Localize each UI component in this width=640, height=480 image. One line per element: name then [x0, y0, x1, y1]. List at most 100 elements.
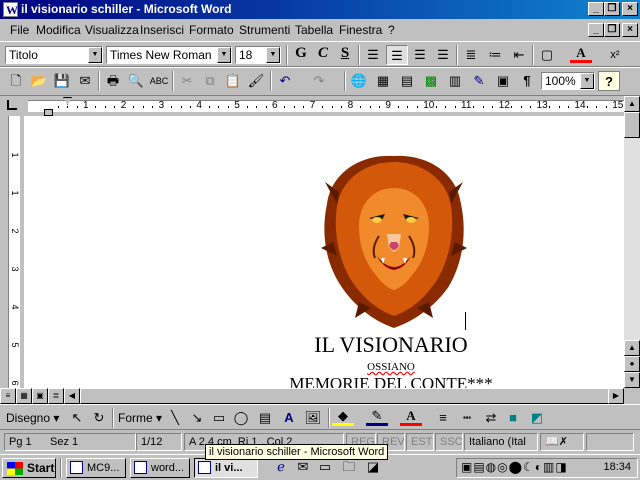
align-left-button[interactable]: ☰ [362, 45, 384, 65]
copy-icon[interactable]: ⧉ [199, 71, 221, 91]
taskbar-item-mc9[interactable]: MC9... [66, 458, 126, 478]
tab-selector[interactable] [0, 96, 24, 116]
cut-icon[interactable]: ✂ [176, 71, 198, 91]
font-color-icon[interactable]: A [570, 45, 592, 63]
title-bar[interactable]: il visionario schiller - Microsoft Word … [0, 0, 640, 19]
horizontal-scrollbar[interactable]: ≡ ▦ ▣ ≣ ◀ ▶ [0, 388, 624, 404]
menu-file[interactable]: File [10, 23, 29, 37]
scroll-thumb[interactable] [624, 112, 640, 138]
normal-view-button[interactable]: ≡ [0, 388, 16, 404]
outlook-quicklaunch-icon[interactable]: ✉ [292, 457, 314, 477]
rectangle-icon[interactable]: ▭ [208, 408, 230, 428]
scroll-down-button[interactable]: ▼ [624, 372, 640, 388]
font-size-dropdown[interactable]: 18 ▼ [235, 46, 281, 64]
print-preview-icon[interactable]: 🔍 [125, 71, 147, 91]
text-box-icon[interactable]: ▤ [254, 408, 276, 428]
insert-table-icon[interactable]: ▤ [396, 71, 418, 91]
style-dropdown[interactable]: Titolo ▼ [5, 46, 103, 64]
free-rotate-icon[interactable]: ↻ [88, 408, 110, 428]
print-layout-button[interactable]: ▣ [32, 388, 48, 404]
document-page[interactable]: IL VISIONARIO OSSIANO MEMORIE DEL CONTE*… [24, 116, 624, 388]
3d-icon[interactable]: ◩ [526, 408, 548, 428]
redo-icon[interactable]: ↷ [308, 71, 330, 91]
horizontal-scroll-thumb[interactable] [80, 388, 610, 404]
spelling-icon[interactable]: ABC [148, 71, 170, 91]
drawing-icon[interactable]: ✎ [468, 71, 490, 91]
scroll-right-button[interactable]: ▶ [608, 388, 624, 404]
zoom-dropdown[interactable]: 100% ▼ [541, 72, 595, 90]
oval-icon[interactable]: ◯ [230, 408, 252, 428]
web-layout-button[interactable]: ▦ [16, 388, 32, 404]
draw-menu-button[interactable]: Disegno ▾ [6, 408, 62, 428]
vertical-ruler[interactable]: 1123456 [4, 116, 24, 388]
paste-icon[interactable]: 📋 [222, 71, 244, 91]
columns-icon[interactable]: ▥ [444, 71, 466, 91]
wordart-icon[interactable]: A [278, 408, 300, 428]
select-browse-object-button[interactable]: ● [624, 356, 640, 372]
restore-button[interactable]: ❐ [604, 2, 620, 16]
new-document-icon[interactable]: 🗋 [5, 71, 27, 91]
numbering-icon[interactable]: ≣ [460, 45, 482, 65]
outline-view-button[interactable]: ≣ [48, 388, 64, 404]
align-center-button[interactable]: ☰ [386, 45, 408, 65]
menu-modifica[interactable]: Modifica [36, 23, 81, 37]
vertical-scrollbar[interactable]: ▲ ▲ ● ▼ [624, 96, 640, 388]
doc-minimize-button[interactable]: _ [588, 23, 604, 37]
hyperlink-icon[interactable]: 🌐 [348, 71, 370, 91]
folder-quicklaunch-icon[interactable]: 🗀 [338, 457, 360, 477]
spelling-status-icon[interactable]: 📖✗ [540, 433, 584, 451]
doc-close-button[interactable]: × [622, 23, 638, 37]
menu-finestra[interactable]: Finestra [339, 23, 382, 37]
menu-tabella[interactable]: Tabella [295, 23, 333, 37]
borders-icon[interactable]: ▢ [536, 45, 558, 65]
scroll-left-button[interactable]: ◀ [64, 388, 80, 404]
horizontal-ruler[interactable]: 1 2 3 4 5 6 7 8 9 10 11 12 13 14 15 [24, 96, 624, 116]
status-ovr[interactable]: SSC [435, 433, 463, 451]
bold-button[interactable]: G [290, 45, 312, 65]
format-painter-icon[interactable]: 🖌 [245, 71, 267, 91]
menu-strumenti[interactable]: Strumenti [239, 23, 290, 37]
clipart-icon[interactable]: 🖼 [302, 408, 324, 428]
help-icon[interactable]: ? [598, 71, 620, 91]
select-objects-icon[interactable]: ↖ [66, 408, 88, 428]
menu-help[interactable]: ? [388, 23, 395, 37]
doc-restore-button[interactable]: ❐ [604, 23, 620, 37]
left-indent-marker[interactable] [44, 109, 53, 116]
insert-excel-icon[interactable]: ▩ [420, 71, 442, 91]
print-icon[interactable]: 🖶 [102, 71, 124, 91]
menu-inserisci[interactable]: Inserisci [140, 23, 184, 37]
start-button[interactable]: Start [2, 458, 56, 478]
tray-icons[interactable]: ▣▤◍◎⬤☾◐▥◨ [461, 460, 568, 474]
ie-quicklaunch-icon[interactable]: ℯ [270, 457, 292, 477]
taskbar-item-active-doc[interactable]: il vi... [194, 458, 258, 478]
show-hide-icon[interactable]: ¶ [516, 71, 538, 91]
autoshapes-button[interactable]: Forme ▾ [118, 408, 164, 428]
justify-button[interactable]: ☰ [432, 45, 454, 65]
underline-button[interactable]: S [334, 45, 356, 65]
close-button[interactable]: × [622, 2, 638, 16]
italic-button[interactable]: C [312, 45, 334, 65]
menu-formato[interactable]: Formato [189, 23, 234, 37]
arrow-icon[interactable]: ↘ [186, 408, 208, 428]
menu-visualizza[interactable]: Visualizza [85, 23, 139, 37]
superscript-icon[interactable]: x² [604, 45, 626, 65]
word-app-icon[interactable] [3, 2, 18, 18]
decrease-indent-icon[interactable]: ⇤ [508, 45, 530, 65]
minimize-button[interactable]: _ [588, 2, 604, 16]
line-icon[interactable]: ╲ [164, 408, 186, 428]
fill-color-icon[interactable]: ◆ [332, 408, 354, 426]
status-ext[interactable]: EST [406, 433, 434, 451]
status-language[interactable]: Italiano (Ital [464, 433, 538, 451]
desktop-quicklaunch-icon[interactable]: ▭ [314, 457, 336, 477]
font-dropdown[interactable]: Times New Roman ▼ [106, 46, 232, 64]
taskbar-item-word[interactable]: word... [130, 458, 190, 478]
document-map-icon[interactable]: ▣ [492, 71, 514, 91]
line-style-icon[interactable]: ≡ [432, 408, 454, 428]
undo-icon[interactable]: ↶ [274, 71, 296, 91]
app-quicklaunch-icon[interactable]: ◪ [362, 457, 384, 477]
bullets-icon[interactable]: ≔ [484, 45, 506, 65]
dash-style-icon[interactable]: ┅ [456, 408, 478, 428]
line-color-icon[interactable]: ✎ [366, 408, 388, 426]
shadow-icon[interactable]: ■ [502, 408, 524, 428]
tables-borders-icon[interactable]: ▦ [372, 71, 394, 91]
